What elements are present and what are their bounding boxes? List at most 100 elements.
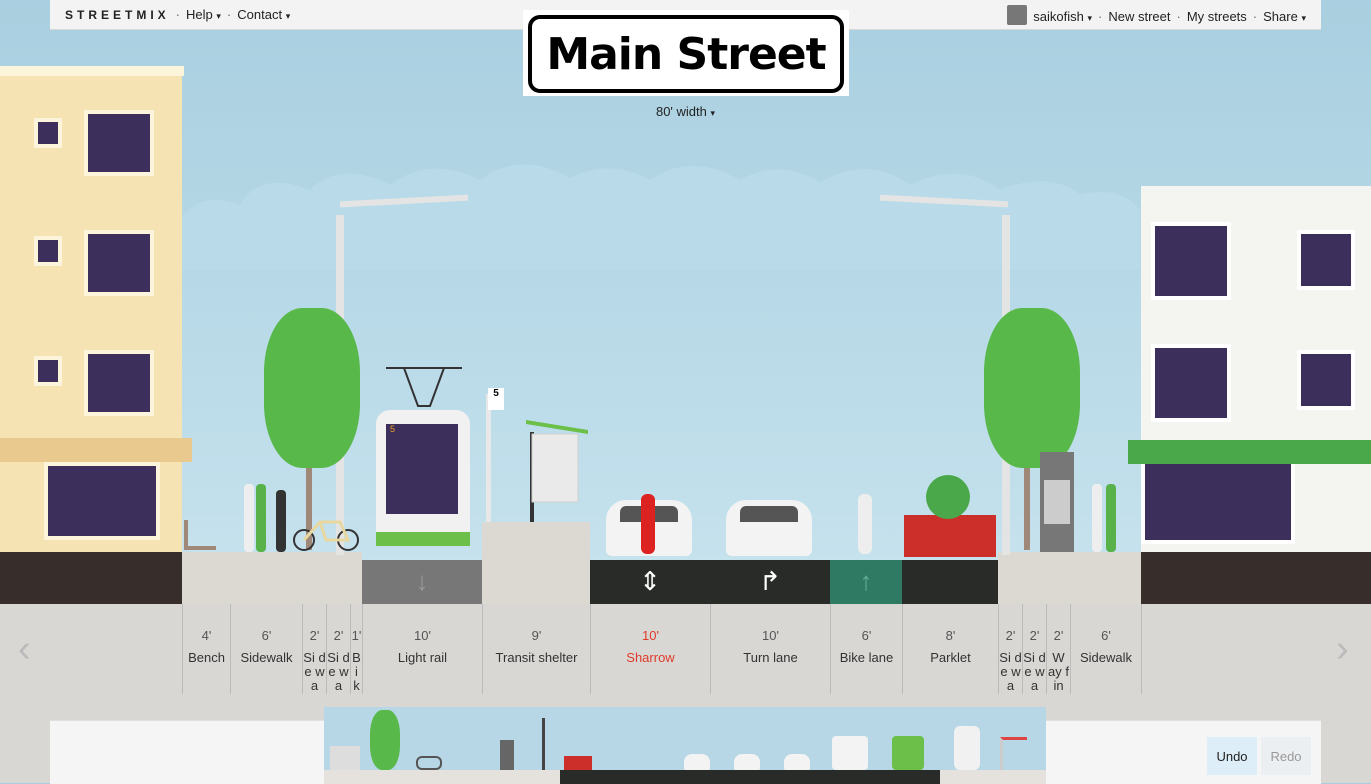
- segment-bike-lane[interactable]: 6' Bike lane: [830, 604, 902, 694]
- history-controls: Undo Redo: [1207, 737, 1311, 775]
- building-window: [84, 110, 154, 176]
- building-window: [84, 350, 154, 416]
- separator: ·: [1176, 8, 1181, 24]
- segment-turn-lane[interactable]: 10' Turn lane: [710, 604, 830, 694]
- share-menu[interactable]: Share ▾: [1263, 9, 1306, 24]
- help-menu[interactable]: Help ▾: [186, 7, 221, 22]
- building-window: [1151, 222, 1231, 300]
- building-window: [1297, 230, 1355, 290]
- transit-shelter: [526, 420, 588, 522]
- palette-tree[interactable]: [370, 710, 400, 770]
- redo-button[interactable]: Redo: [1261, 737, 1311, 775]
- palette-wayfinding[interactable]: [500, 740, 514, 770]
- cyclist: [858, 494, 872, 554]
- palette-people[interactable]: [330, 746, 360, 770]
- segment-list: 4' Bench 6' Sidewalk 2' Si de wa 2' Si de wa…: [182, 604, 1142, 694]
- left-awning: [0, 438, 192, 462]
- chevron-down-icon: ▾: [1087, 12, 1092, 23]
- street-name[interactable]: Main Street: [528, 15, 844, 93]
- arrow-up-icon: ↑: [859, 566, 873, 596]
- bicycle: [293, 520, 359, 551]
- segment-palette: Undo Redo: [50, 707, 1321, 784]
- palette-parklet[interactable]: [564, 756, 592, 770]
- my-streets-link[interactable]: My streets: [1187, 9, 1247, 24]
- palette-transit-shelter[interactable]: [1000, 737, 1027, 770]
- transit-stop-sign: 5: [488, 388, 504, 410]
- building-window: [1151, 344, 1231, 422]
- user-menu[interactable]: saikofish ▾: [1033, 9, 1092, 24]
- arrow-down-icon: ↓: [415, 566, 429, 596]
- segment-sidewalk[interactable]: 6' Sidewalk: [1070, 604, 1142, 694]
- palette-bus[interactable]: [832, 736, 868, 770]
- building-window: [34, 118, 62, 148]
- storefront-window: [1141, 460, 1295, 544]
- building-window: [84, 230, 154, 296]
- palette-car[interactable]: [734, 754, 760, 770]
- tram-window: [386, 424, 458, 514]
- chevron-down-icon: ▾: [285, 11, 291, 21]
- turn-right-arrow-icon: ↱: [759, 566, 781, 596]
- building-roof: [0, 66, 184, 76]
- left-building[interactable]: [0, 66, 184, 552]
- separator: ·: [1098, 8, 1103, 24]
- tram-route-number: 5: [390, 424, 396, 434]
- segment-sharrow[interactable]: 10' Sharrow: [590, 604, 710, 694]
- separator: ·: [226, 7, 232, 22]
- pedestrian: [256, 484, 266, 552]
- scroll-left-arrow-icon[interactable]: ‹: [18, 628, 31, 671]
- segment-parklet[interactable]: 8' Parklet: [902, 604, 998, 694]
- segment-sidewalk-tree[interactable]: 2' Si de wa: [1022, 604, 1046, 694]
- scroll-right-arrow-icon[interactable]: ›: [1336, 628, 1349, 671]
- segment-sidewalk-lamp[interactable]: 2' Si de wa: [998, 604, 1022, 694]
- segment-bench[interactable]: 4' Bench: [182, 604, 230, 694]
- left-sidewalk-surface: [182, 552, 362, 604]
- palette-car[interactable]: [684, 754, 710, 770]
- tree: [984, 308, 1080, 468]
- bench: [184, 520, 216, 550]
- palette-road: [560, 770, 940, 784]
- undo-button[interactable]: Undo: [1207, 737, 1257, 775]
- chevron-down-icon: ▾: [216, 11, 221, 21]
- separator: ·: [1252, 8, 1258, 24]
- parklet-plant: [926, 475, 970, 519]
- right-building[interactable]: [1141, 186, 1371, 552]
- chevron-down-icon: ▾: [710, 108, 716, 118]
- pantograph-icon: [386, 367, 462, 407]
- contact-menu[interactable]: Contact ▾: [237, 7, 290, 22]
- segment-transit-shelter[interactable]: 9' Transit shelter: [482, 604, 590, 694]
- palette-streetcar[interactable]: [892, 736, 924, 770]
- segment-wayfinding[interactable]: 2' W ay fin: [1046, 604, 1070, 694]
- chevron-down-icon: ▾: [1301, 12, 1306, 23]
- transit-stop-pole: [486, 394, 491, 522]
- left-building-base: [0, 552, 182, 604]
- segment-sidewalk-tree[interactable]: 2' Si de wa: [302, 604, 326, 694]
- pedestrian: [1092, 484, 1102, 552]
- segment-bike-rack[interactable]: 1' Bi k: [350, 604, 362, 694]
- sharrow-icon: ⇕: [639, 566, 661, 596]
- parklet: [904, 475, 996, 557]
- pedestrian: [244, 484, 254, 552]
- new-street-link[interactable]: New street: [1108, 9, 1170, 24]
- wayfinding-kiosk: [1040, 452, 1074, 552]
- building-window: [1297, 350, 1355, 410]
- tree: [264, 308, 360, 468]
- segment-sidewalk-lamp[interactable]: 2' Si de wa: [326, 604, 350, 694]
- segment-light-rail[interactable]: 10' Light rail: [362, 604, 482, 694]
- segment-sidewalk[interactable]: 6' Sidewalk: [230, 604, 302, 694]
- street-name-sign[interactable]: Main Street: [523, 10, 849, 96]
- palette-car[interactable]: [784, 754, 810, 770]
- palette-bike-rack[interactable]: [416, 756, 442, 770]
- right-awning: [1128, 440, 1371, 464]
- building-window: [34, 356, 62, 386]
- palette-light-rail[interactable]: [954, 726, 980, 770]
- light-rail-tram: 5: [376, 410, 470, 546]
- streetmix-logo[interactable]: STREETMIX: [65, 8, 170, 22]
- parklet-lane: [902, 560, 998, 604]
- building-window: [34, 236, 62, 266]
- palette-items[interactable]: [324, 707, 1046, 784]
- avatar[interactable]: [1007, 5, 1028, 25]
- car: [726, 500, 812, 556]
- pedestrian: [1106, 484, 1116, 552]
- palette-lamp[interactable]: [542, 718, 545, 770]
- street-width-control[interactable]: 80' width ▾: [0, 104, 1371, 119]
